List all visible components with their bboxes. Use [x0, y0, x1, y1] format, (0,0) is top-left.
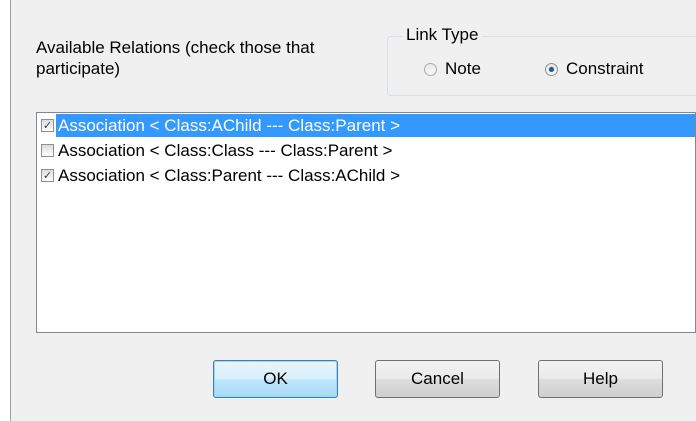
note-radio-circle[interactable]	[424, 62, 437, 76]
note-radio[interactable]: Note	[424, 59, 481, 79]
relation-checkbox[interactable]: ✓	[41, 169, 54, 182]
relation-checkbox[interactable]	[41, 144, 54, 157]
relation-label: Association < Class:Class --- Class:Pare…	[58, 141, 393, 160]
constraint-radio-label: Constraint	[566, 59, 644, 78]
relation-label: Association < Class:Parent --- Class:ACh…	[58, 166, 401, 185]
link-dialog: Available Relations (check those that pa…	[10, 0, 696, 421]
constraint-radio-circle[interactable]	[545, 62, 558, 76]
relations-list[interactable]: ✓ Association < Class:AChild --- Class:P…	[36, 112, 696, 333]
relations-label: Available Relations (check those that pa…	[36, 38, 315, 78]
relation-label: Association < Class:AChild --- Class:Par…	[55, 113, 695, 138]
ok-button[interactable]: OK	[213, 360, 338, 398]
relation-row[interactable]: ✓ Association < Class:AChild --- Class:P…	[37, 113, 695, 138]
relation-checkbox[interactable]: ✓	[41, 119, 54, 132]
help-button[interactable]: Help	[538, 360, 663, 398]
link-type-legend: Link Type	[402, 25, 483, 45]
link-type-group: Link Type Note Constraint	[387, 25, 696, 96]
constraint-radio[interactable]: Constraint	[545, 59, 643, 79]
relation-row[interactable]: Association < Class:Class --- Class:Pare…	[37, 138, 695, 163]
relation-row[interactable]: ✓ Association < Class:Parent --- Class:A…	[37, 163, 695, 188]
cancel-button[interactable]: Cancel	[375, 360, 500, 398]
note-radio-label: Note	[445, 59, 481, 78]
